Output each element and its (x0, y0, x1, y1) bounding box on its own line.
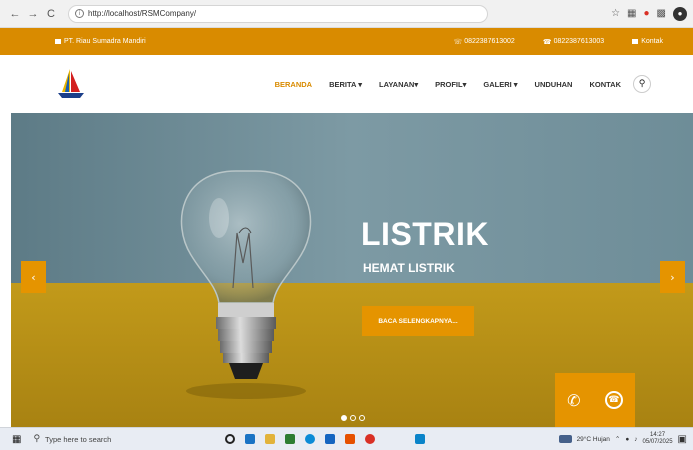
puzzle-icon[interactable]: ▩ (657, 8, 666, 19)
clock-time: 14:27 (650, 432, 666, 438)
nav-item-berita[interactable]: BERITA ▾ (329, 80, 362, 89)
prev-slide-button[interactable]: ‹ (21, 261, 46, 293)
extension-icon[interactable]: ▦ (627, 8, 636, 19)
whatsapp-icon: ☎ (608, 395, 620, 405)
star-icon[interactable]: ☆ (611, 8, 620, 19)
envelope-icon (632, 39, 639, 44)
reload-icon[interactable]: C (44, 8, 58, 20)
slide-indicators (341, 415, 368, 421)
record-icon[interactable]: ● (644, 8, 650, 19)
clock[interactable]: 14:27 05/07/2025 (643, 432, 673, 446)
contact-link[interactable]: Kontak (632, 38, 663, 45)
outlook-icon[interactable] (325, 434, 336, 444)
browser-toolbar: ← → C i http://localhost/RSMCompany/ ☆ ▦… (0, 0, 693, 28)
pinned-apps (225, 434, 435, 444)
hero-subtitle: HEMAT LISTRIK (363, 261, 455, 275)
nav-item-kontak[interactable]: KONTAK (589, 80, 621, 89)
system-tray: 29°C Hujan ⌃ ● ♪ 14:27 05/07/2025 ▣ (554, 432, 693, 446)
whatsapp-icon: ☏ (453, 37, 463, 46)
search-button[interactable]: ⚲ (633, 75, 651, 93)
nav-menu: BERANDA BERITA ▾ LAYANAN▾ PROFIL▾ GALERI… (258, 75, 693, 93)
xampp-icon[interactable] (345, 434, 356, 444)
phone-contact-1[interactable]: ☏ 0822387613002 (453, 38, 514, 46)
nav-item-galeri[interactable]: GALERI ▾ (483, 80, 517, 89)
weather-icon[interactable] (558, 435, 572, 443)
url-text[interactable]: http://localhost/RSMCompany/ (88, 9, 196, 18)
company-name: PT. Riau Sumadra Mandiri (64, 38, 146, 45)
whatsapp-button[interactable]: ☎ (604, 391, 623, 409)
search-icon: ⚲ (638, 79, 646, 89)
contact-list: ☏ 0822387613002 ☎ 0822387613003 Kontak (425, 38, 693, 46)
slide-dot-3[interactable] (359, 415, 365, 421)
hero-title: LISTRIK (361, 216, 489, 252)
weather-text[interactable]: 29°C Hujan (577, 436, 610, 443)
network-icon[interactable]: ● (625, 436, 629, 443)
contact-bar: PT. Riau Sumadra Mandiri ☏ 0822387613002… (0, 28, 693, 55)
taskbar-search[interactable]: ⚲ Type here to search (33, 434, 203, 444)
contact-link-label: Kontak (641, 38, 663, 45)
floating-contact-buttons: ✆ ☎ (555, 373, 635, 427)
nav-item-layanan[interactable]: LAYANAN▾ (379, 80, 418, 89)
taskbar-search-placeholder: Type here to search (45, 434, 112, 444)
profile-avatar[interactable]: ● (673, 6, 687, 21)
call-button[interactable]: ✆ (567, 391, 580, 410)
building-icon (55, 39, 61, 44)
app-blue-icon[interactable] (415, 434, 426, 444)
file-explorer-icon[interactable] (265, 434, 276, 444)
edge-icon[interactable] (305, 434, 316, 444)
info-icon[interactable]: i (75, 9, 84, 18)
clock-date: 05/07/2025 (642, 439, 673, 445)
phone-icon: ✆ (567, 390, 581, 410)
chrome-icon[interactable] (365, 434, 376, 444)
back-icon[interactable]: ← (8, 8, 22, 20)
next-slide-button[interactable]: › (660, 261, 685, 293)
phone-icon: ☎ (542, 37, 552, 46)
os-taskbar: ▦ ⚲ Type here to search 29°C Hujan ⌃ ● ♪… (0, 427, 693, 450)
nav-item-profil[interactable]: PROFIL▾ (435, 80, 466, 89)
volume-icon[interactable]: ♪ (634, 436, 637, 443)
main-navbar: BERANDA BERITA ▾ LAYANAN▾ PROFIL▾ GALERI… (0, 55, 693, 113)
store-icon[interactable] (245, 434, 256, 444)
app-green-icon[interactable] (285, 434, 296, 444)
notification-icon[interactable]: ▣ (678, 434, 687, 445)
forward-icon[interactable]: → (26, 8, 40, 20)
phone-1-text: 0822387613002 (464, 38, 515, 45)
phone-2-text: 0822387613003 (553, 38, 605, 45)
phone-contact-2[interactable]: ☎ 0822387613003 (543, 38, 604, 46)
read-more-button[interactable]: BACA SELENGKAPNYA... (362, 306, 474, 336)
slide-dot-1[interactable] (341, 415, 347, 421)
search-icon: ⚲ (33, 434, 41, 444)
company-logo[interactable] (55, 67, 87, 101)
address-bar[interactable]: i http://localhost/RSMCompany/ (68, 4, 488, 23)
slide-dot-2[interactable] (350, 415, 356, 421)
chevron-up-icon[interactable]: ⌃ (615, 435, 620, 443)
browser-extensions: ☆ ▦ ● ▩ ● (604, 6, 693, 21)
nav-item-beranda[interactable]: BERANDA (275, 80, 313, 89)
windows-start-icon[interactable]: ▦ (12, 434, 21, 445)
company-info: PT. Riau Sumadra Mandiri (55, 38, 146, 45)
task-view-icon[interactable] (225, 434, 236, 444)
nav-item-unduhan[interactable]: UNDUHAN (535, 80, 573, 89)
